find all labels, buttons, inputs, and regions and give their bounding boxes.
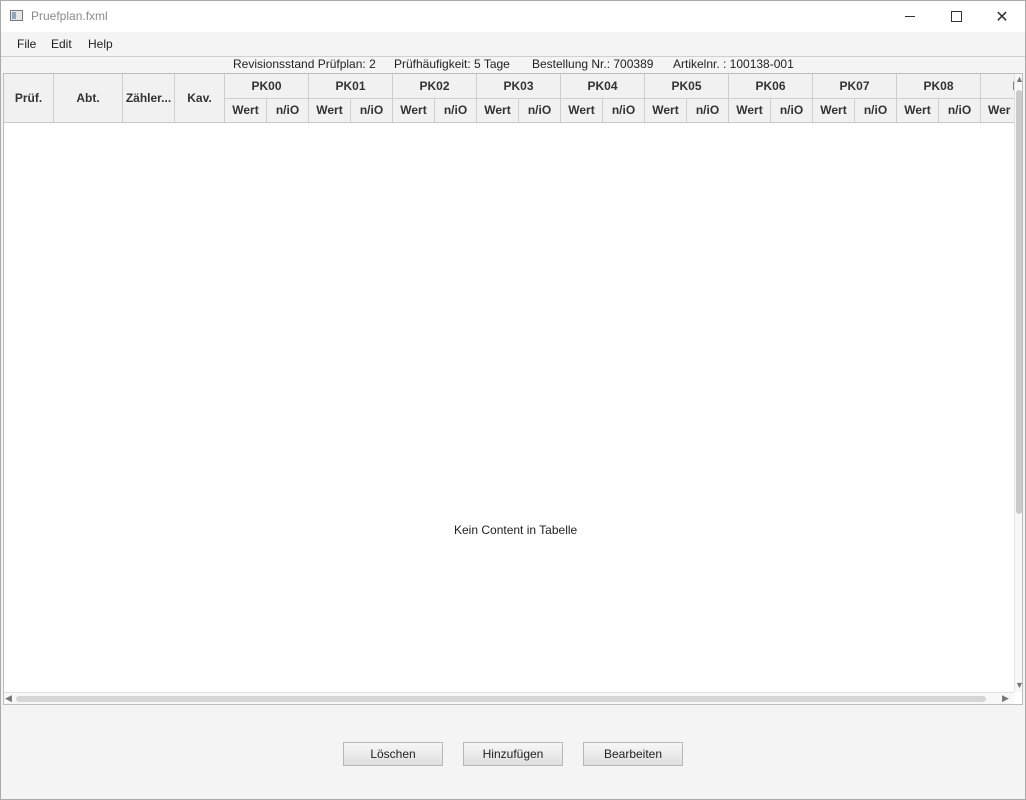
edit-button[interactable]: Bearbeiten [583, 742, 683, 766]
column-header-wert[interactable]: Wert [645, 99, 687, 122]
revision-info: Revisionsstand Prüfplan: 2 [233, 57, 376, 71]
column-header-wert[interactable]: Wert [897, 99, 939, 122]
column-header[interactable]: Kav. [175, 74, 225, 122]
horizontal-scrollbar[interactable]: ◀ ▶ [4, 692, 1014, 704]
scroll-right-icon[interactable]: ▶ [1002, 693, 1009, 703]
add-button[interactable]: Hinzufügen [463, 742, 563, 766]
column-header-wert[interactable]: Wert [813, 99, 855, 122]
column-header-nio[interactable]: n/iO [603, 99, 645, 122]
table-header: Prüf. Abt. Zähler... Kav. PK00 Wert n/iO PK01 We… [4, 74, 1014, 123]
column-header-nio[interactable]: n/iO [435, 99, 477, 122]
scroll-down-icon[interactable]: ▼ [1015, 680, 1022, 690]
column-header-nio[interactable]: n/iO [267, 99, 309, 122]
maximize-button[interactable] [933, 1, 979, 32]
column-header-nio[interactable]: n/iO [855, 99, 897, 122]
scroll-left-icon[interactable]: ◀ [5, 693, 12, 703]
frequency-info: Prüfhäufigkeit: 5 Tage [394, 57, 510, 71]
column-header-nio[interactable]: n/iO [351, 99, 393, 122]
title-bar[interactable]: Pruefplan.fxml ✕ [1, 1, 1025, 32]
column-header[interactable]: Zähler... [123, 74, 175, 122]
menu-help[interactable]: Help [88, 37, 113, 51]
column-header-wert-partial[interactable]: Wer [981, 99, 1014, 122]
maximize-icon [950, 11, 962, 22]
column-header-wert[interactable]: Wert [561, 99, 603, 122]
column-header-nio[interactable]: n/iO [771, 99, 813, 122]
menu-edit[interactable]: Edit [51, 37, 72, 51]
minimize-icon [905, 16, 915, 17]
column-header-wert[interactable]: Wert [309, 99, 351, 122]
vertical-scrollbar[interactable]: ▲ ▼ [1014, 74, 1022, 692]
scroll-up-icon[interactable]: ▲ [1015, 74, 1022, 84]
group-header-pk04[interactable]: PK04 [561, 74, 645, 99]
group-header-partial[interactable]: I [981, 74, 1014, 99]
vertical-scroll-thumb[interactable] [1016, 90, 1022, 514]
delete-button[interactable]: Löschen [343, 742, 443, 766]
button-bar: Löschen Hinzufügen Bearbeiten [1, 706, 1025, 799]
column-header-nio[interactable]: n/iO [687, 99, 729, 122]
empty-table-message: Kein Content in Tabelle [454, 523, 578, 537]
column-header-wert[interactable]: Wert [729, 99, 771, 122]
article-info: Artikelnr. : 100138-001 [673, 57, 794, 71]
column-header-wert[interactable]: Wert [225, 99, 267, 122]
close-icon: ✕ [995, 8, 1009, 26]
minimize-button[interactable] [887, 1, 933, 32]
info-bar: Revisionsstand Prüfplan: 2 Prüfhäufigkei… [1, 57, 1025, 73]
column-header[interactable]: Prüf. [4, 74, 54, 122]
group-header-pk00[interactable]: PK00 [225, 74, 309, 99]
group-header-pk05[interactable]: PK05 [645, 74, 729, 99]
column-header[interactable]: Abt. [54, 74, 123, 122]
group-header-pk08[interactable]: PK08 [897, 74, 981, 99]
group-header-pk02[interactable]: PK02 [393, 74, 477, 99]
group-header-pk06[interactable]: PK06 [729, 74, 813, 99]
group-header-pk01[interactable]: PK01 [309, 74, 393, 99]
menu-file[interactable]: File [17, 37, 36, 51]
app-icon [10, 10, 23, 21]
group-header-pk03[interactable]: PK03 [477, 74, 561, 99]
group-header-pk07[interactable]: PK07 [813, 74, 897, 99]
application-window: Pruefplan.fxml ✕ File Edit Help Revision… [0, 0, 1026, 800]
column-header-wert[interactable]: Wert [477, 99, 519, 122]
column-header-wert[interactable]: Wert [393, 99, 435, 122]
menu-bar: File Edit Help [1, 32, 1025, 57]
column-header-nio[interactable]: n/iO [519, 99, 561, 122]
horizontal-scroll-thumb[interactable] [16, 696, 986, 702]
inspection-table[interactable]: Prüf. Abt. Zähler... Kav. PK00 Wert n/iO PK01 We… [3, 73, 1023, 705]
close-button[interactable]: ✕ [979, 1, 1025, 32]
column-header-nio[interactable]: n/iO [939, 99, 981, 122]
window-title: Pruefplan.fxml [31, 9, 108, 23]
order-info: Bestellung Nr.: 700389 [532, 57, 654, 71]
